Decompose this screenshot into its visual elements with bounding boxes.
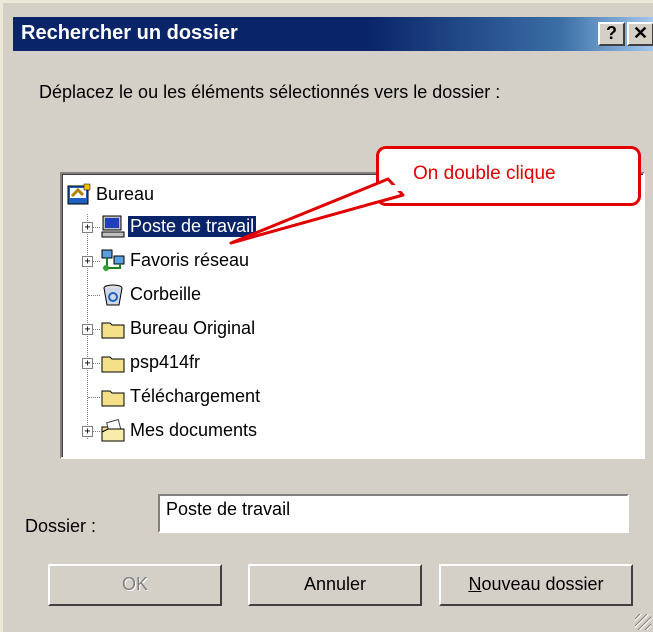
recycle-bin-icon — [100, 282, 126, 308]
tree-item-poste-de-travail[interactable]: + Poste de travail — [62, 212, 322, 242]
tree-item-corbeille[interactable]: Corbeille — [62, 280, 322, 310]
dialog-prompt: Déplacez le ou les éléments sélectionnés… — [39, 82, 501, 102]
folder-icon — [100, 350, 126, 376]
ok-button[interactable]: OK — [48, 564, 222, 606]
tree-item-telechargement[interactable]: Téléchargement — [62, 382, 322, 412]
tree-item-label: psp414fr — [130, 352, 201, 372]
dialog-window: Rechercher un dossier ? ✕ Déplacez le ou… — [0, 0, 653, 632]
tree-item-label: Bureau — [96, 184, 155, 204]
folder-icon — [100, 384, 126, 410]
tree-connector — [88, 295, 100, 296]
folder-name-input[interactable]: Poste de travail — [158, 494, 629, 533]
computer-icon — [100, 214, 126, 240]
annotation-text: On double clique — [413, 163, 556, 184]
resize-grip[interactable] — [635, 614, 651, 630]
folder-tree[interactable]: Bureau + Poste de travail + Favoris rése… — [60, 172, 645, 459]
folder-label: Dossier : — [25, 516, 97, 536]
annotation-callout: On double clique — [376, 146, 641, 206]
folder-icon — [100, 316, 126, 342]
tree-item-bureau[interactable]: Bureau — [66, 180, 266, 210]
tree-item-label: Corbeille — [130, 284, 202, 304]
tree-item-favoris-reseau[interactable]: + Favoris réseau — [62, 246, 322, 276]
new-folder-button[interactable]: Nouveau dossier — [439, 564, 633, 606]
network-icon — [100, 248, 126, 274]
title-bar[interactable]: Rechercher un dossier ? ✕ — [13, 17, 653, 51]
tree-item-bureau-original[interactable]: + Bureau Original — [62, 314, 322, 344]
tree-item-label: Bureau Original — [130, 318, 256, 338]
expand-icon[interactable]: + — [82, 256, 93, 267]
documents-folder-icon — [100, 418, 126, 444]
window-title: Rechercher un dossier — [21, 22, 238, 44]
cancel-button[interactable]: Annuler — [248, 564, 422, 606]
expand-icon[interactable]: + — [82, 222, 93, 233]
desktop-icon — [66, 182, 92, 208]
help-button[interactable]: ? — [598, 22, 625, 46]
close-button[interactable]: ✕ — [627, 22, 653, 46]
expand-icon[interactable]: + — [82, 358, 93, 369]
new-folder-label: Nouveau dossier — [468, 574, 604, 594]
tree-item-label: Mes documents — [130, 420, 258, 440]
tree-item-label: Favoris réseau — [130, 250, 250, 270]
tree-connector — [88, 397, 100, 398]
tree-item-label: Téléchargement — [130, 386, 261, 406]
expand-icon[interactable]: + — [82, 324, 93, 335]
tree-item-mes-documents[interactable]: + Mes documents — [62, 416, 322, 446]
tree-item-label: Poste de travail — [126, 215, 258, 238]
tree-item-psp414fr[interactable]: + psp414fr — [62, 348, 322, 378]
expand-icon[interactable]: + — [82, 426, 93, 437]
